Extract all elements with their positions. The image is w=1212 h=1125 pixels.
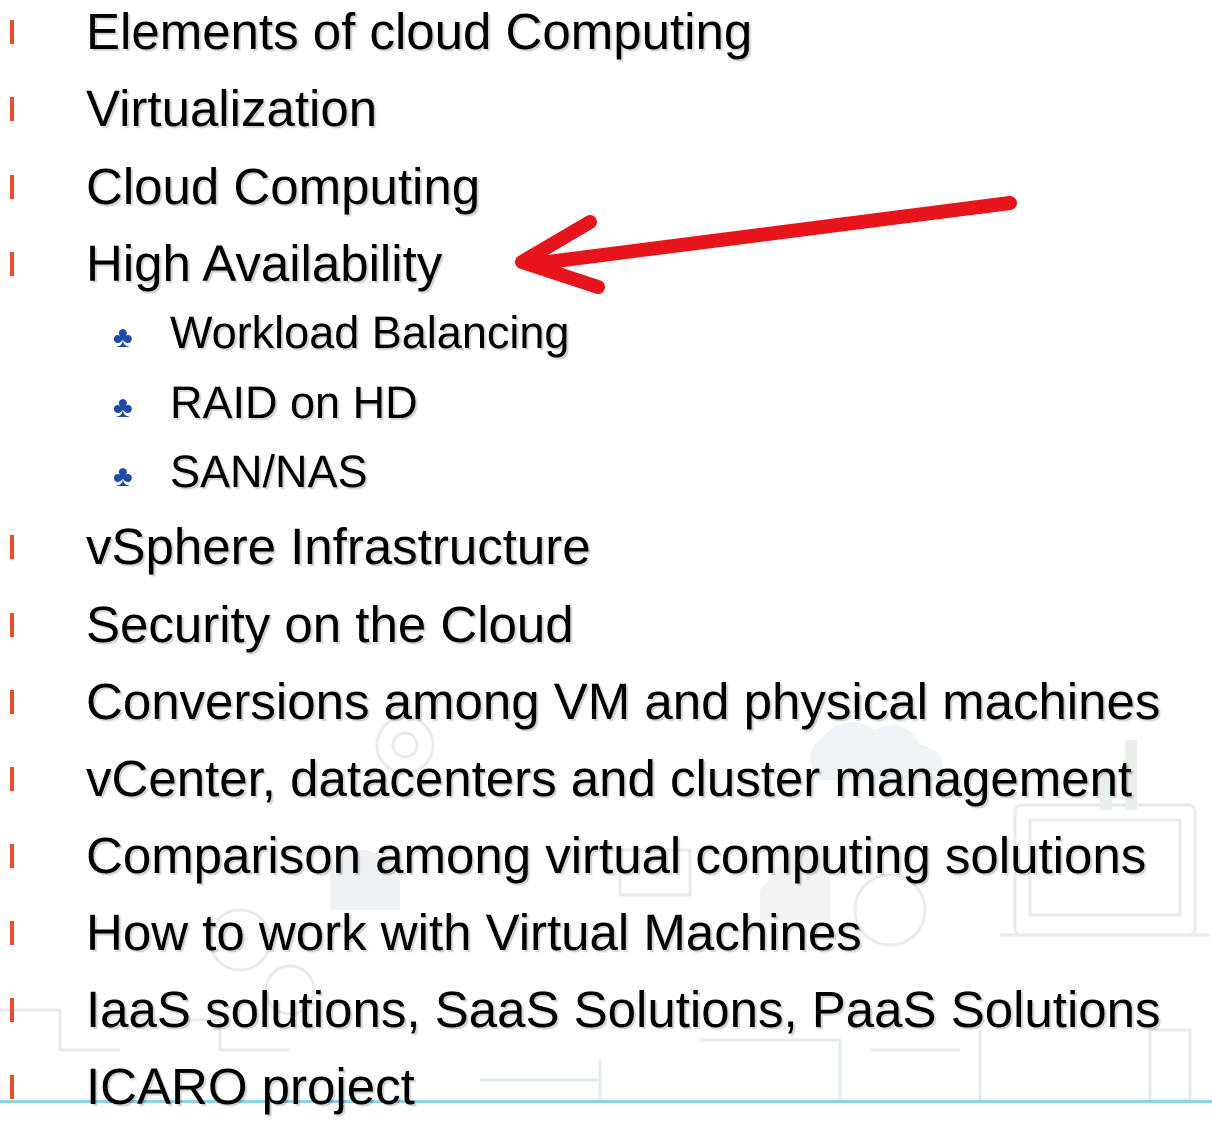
list-item-label: vCenter, datacenters and cluster managem…	[86, 750, 1133, 807]
list-item-label: IaaS solutions, SaaS Solutions, PaaS Sol…	[86, 981, 1161, 1038]
sub-list-item-label: RAID on HD	[170, 377, 418, 428]
bullet-marker	[10, 690, 14, 714]
list-item: Virtualization	[0, 77, 1212, 147]
list-item-label: Conversions among VM and physical machin…	[86, 673, 1161, 730]
list-item-label: Comparison among virtual computing solut…	[86, 827, 1147, 884]
bullet-marker	[10, 20, 14, 44]
bullet-marker	[10, 252, 14, 276]
sub-list-item-label: SAN/NAS	[170, 446, 368, 497]
list-item-label: Security on the Cloud	[86, 596, 574, 653]
list-item: Security on the Cloud	[0, 593, 1212, 663]
list-item: Conversions among VM and physical machin…	[0, 670, 1212, 740]
bullet-marker	[10, 175, 14, 199]
sub-list-item-label: Workload Balancing	[170, 307, 570, 358]
list-item: ICARO project	[0, 1055, 1212, 1125]
list-item: Elements of cloud Computing	[0, 0, 1212, 70]
list-item: Comparison among virtual computing solut…	[0, 824, 1212, 894]
bullet-marker	[10, 97, 14, 121]
list-item-label: Virtualization	[86, 80, 378, 137]
sub-list-item: ♣ RAID on HD	[0, 375, 1212, 445]
bullet-marker	[10, 1075, 14, 1099]
sub-list-item: ♣ Workload Balancing	[0, 305, 1212, 375]
list-item: vCenter, datacenters and cluster managem…	[0, 747, 1212, 817]
list-item-label: High Availability	[86, 235, 443, 292]
list-item: IaaS solutions, SaaS Solutions, PaaS Sol…	[0, 978, 1212, 1048]
list-item: Cloud Computing	[0, 155, 1212, 225]
bullet-marker	[10, 921, 14, 945]
list-item-label: vSphere Infrastructure	[86, 518, 591, 575]
list-item-highlighted: High Availability	[0, 232, 1212, 302]
bullet-marker	[10, 535, 14, 559]
club-bullet-icon: ♣	[113, 460, 133, 493]
list-item-label: Cloud Computing	[86, 158, 481, 215]
bullet-marker	[10, 613, 14, 637]
list-item-label: How to work with Virtual Machines	[86, 904, 862, 961]
list-item: How to work with Virtual Machines	[0, 901, 1212, 971]
list-item-label: Elements of cloud Computing	[86, 3, 753, 60]
sub-list-item: ♣ SAN/NAS	[0, 444, 1212, 514]
bullet-marker	[10, 844, 14, 868]
bullet-marker	[10, 767, 14, 791]
bullet-marker	[10, 998, 14, 1022]
club-bullet-icon: ♣	[113, 391, 133, 424]
list-item: vSphere Infrastructure	[0, 515, 1212, 585]
club-bullet-icon: ♣	[113, 321, 133, 354]
list-item-label: ICARO project	[86, 1058, 415, 1115]
